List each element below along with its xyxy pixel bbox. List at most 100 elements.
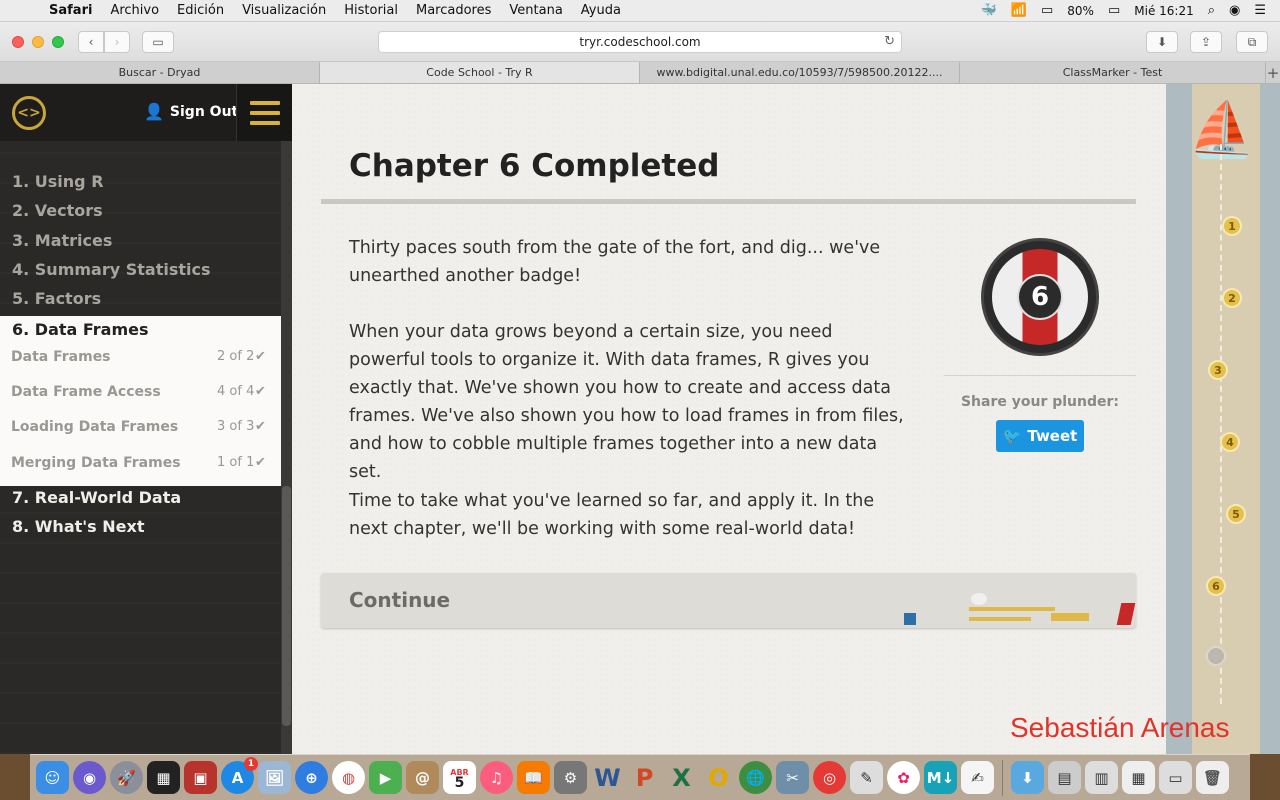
continue-button[interactable]: Continue — [321, 573, 1136, 628]
map-waypoint-6[interactable]: 6 — [1206, 576, 1226, 596]
sign-out-link[interactable]: 👤 Sign Out — [144, 102, 238, 121]
menu-app-safari[interactable]: Safari — [40, 3, 101, 18]
airplay-icon[interactable]: ▭ — [1041, 3, 1053, 18]
clock[interactable]: Mié 16:21 — [1134, 4, 1193, 18]
share-button[interactable]: ⇪ — [1190, 31, 1222, 53]
powerpoint-icon[interactable]: P — [628, 761, 661, 794]
battery-icon[interactable]: ▭ — [1108, 3, 1120, 18]
spotlight-search-icon[interactable]: ⌕ — [1208, 3, 1215, 18]
lesson-item[interactable]: Data Frame Access 4 of 4 ✔ — [11, 384, 271, 400]
continue-label: Continue — [349, 588, 451, 612]
window-fullscreen-button[interactable] — [52, 36, 64, 48]
notification-center-icon[interactable]: ☰ — [1254, 3, 1266, 18]
chapter-link-2[interactable]: 2. Vectors — [12, 201, 103, 220]
back-button[interactable]: ‹ — [78, 31, 104, 53]
window-stack-icon[interactable]: ▭ — [1159, 761, 1192, 794]
address-bar[interactable]: tryr.codeschool.com ↻ — [378, 31, 902, 53]
utility-app-icon[interactable]: ✂ — [776, 761, 809, 794]
chapter-link-5[interactable]: 5. Factors — [12, 289, 101, 308]
chapter-link-8[interactable]: 8. What's Next — [12, 517, 144, 536]
new-tab-button[interactable]: + — [1266, 62, 1280, 83]
map-waypoint-3[interactable]: 3 — [1208, 360, 1228, 380]
stack-folder-icon[interactable]: ▤ — [1048, 761, 1081, 794]
menu-ayuda[interactable]: Ayuda — [572, 3, 630, 18]
battery-percent[interactable]: 80% — [1067, 4, 1094, 18]
summary-paragraph: When your data grows beyond a certain si… — [349, 322, 904, 482]
downloads-button[interactable]: ⬇ — [1146, 31, 1178, 53]
sidebar-icon: ▭ — [152, 35, 164, 49]
menu-edicion[interactable]: Edición — [168, 3, 233, 18]
plus-icon: + — [1266, 63, 1280, 82]
tweet-button[interactable]: 🐦 Tweet — [996, 420, 1084, 452]
photo-booth-icon[interactable]: ▣ — [184, 761, 217, 794]
system-preferences-icon[interactable]: ⚙ — [554, 761, 587, 794]
window-close-button[interactable] — [12, 36, 24, 48]
lesson-item[interactable]: Loading Data Frames 3 of 3 ✔ — [11, 419, 271, 435]
dock: ☺ ◉ 🚀 ▦ ▣ A1 🖼 ⊕ ◍ ▶ @ ABR 5 ♫ 📖 ⚙ W P X … — [30, 754, 1250, 800]
siri-icon[interactable]: ◉ — [73, 761, 106, 794]
chapter-link-4[interactable]: 4. Summary Statistics — [12, 260, 211, 279]
markdown-app-icon[interactable]: M↓ — [924, 761, 957, 794]
chrome-icon[interactable]: ◍ — [332, 761, 365, 794]
chevron-right-icon: › — [114, 35, 120, 49]
facetime-icon[interactable]: ▶ — [369, 761, 402, 794]
forward-button[interactable]: › — [104, 31, 130, 53]
twitter-bird-icon: 🐦 — [1002, 427, 1022, 445]
photos-icon[interactable]: ✿ — [887, 761, 920, 794]
trash-icon[interactable]: 🗑 — [1196, 761, 1229, 794]
globe-app-icon[interactable]: 🌐 — [739, 761, 772, 794]
menu-marcadores[interactable]: Marcadores — [407, 3, 500, 18]
sidebar-scrollbar-thumb[interactable] — [282, 486, 291, 726]
target-app-icon[interactable]: ◎ — [813, 761, 846, 794]
map-waypoint-5[interactable]: 5 — [1226, 504, 1246, 524]
word-icon[interactable]: W — [591, 761, 624, 794]
map-waypoint-2[interactable]: 2 — [1222, 288, 1242, 308]
chapter-link-7[interactable]: 7. Real-World Data — [12, 488, 181, 507]
menu-visualizacion[interactable]: Visualización — [233, 3, 335, 18]
chapter-link-6[interactable]: 6. Data Frames — [12, 320, 149, 339]
ibooks-icon[interactable]: 📖 — [517, 761, 550, 794]
safari-icon[interactable]: ⊕ — [295, 761, 328, 794]
sidebar-scrollbar[interactable] — [281, 141, 292, 754]
docker-icon[interactable]: 🐳 — [981, 3, 997, 18]
map-waypoint-4[interactable]: 4 — [1220, 432, 1240, 452]
window-minimize-button[interactable] — [32, 36, 44, 48]
menu-button[interactable] — [236, 84, 292, 141]
tab-classmarker[interactable]: ClassMarker - Test — [960, 62, 1266, 83]
codeschool-logo[interactable]: <> — [12, 96, 46, 130]
tab-dryad[interactable]: Buscar - Dryad — [0, 62, 320, 83]
map-waypoint-1[interactable]: 1 — [1222, 216, 1242, 236]
launchpad-icon[interactable]: 🚀 — [110, 761, 143, 794]
spreadsheet-stack-icon[interactable]: ▦ — [1122, 761, 1155, 794]
finder-icon[interactable]: ☺ — [36, 761, 69, 794]
siri-icon[interactable]: ◉ — [1229, 3, 1240, 18]
sidebar-toggle-button[interactable]: ▭ — [142, 31, 174, 53]
chapter-link-1[interactable]: 1. Using R — [12, 172, 104, 191]
chapter-link-3[interactable]: 3. Matrices — [12, 231, 112, 250]
calendar-icon[interactable]: ABR 5 — [443, 761, 476, 794]
lesson-item[interactable]: Merging Data Frames 1 of 1 ✔ — [11, 455, 271, 471]
map-water — [1260, 84, 1280, 754]
tab-overview-button[interactable]: ⧉ — [1236, 31, 1268, 53]
tab-try-r[interactable]: Code School - Try R — [320, 62, 640, 83]
map-waypoint-7[interactable]: 7 — [1206, 646, 1226, 666]
outlook-icon[interactable]: O — [702, 761, 735, 794]
menu-ventana[interactable]: Ventana — [500, 3, 571, 18]
tab-bdigital[interactable]: www.bdigital.unal.edu.co/10593/7/598500.… — [640, 62, 960, 83]
sign-out-label: Sign Out — [169, 103, 239, 120]
document-stack-icon[interactable]: ▥ — [1085, 761, 1118, 794]
contacts-icon[interactable]: @ — [406, 761, 439, 794]
excel-icon[interactable]: X — [665, 761, 698, 794]
menu-archivo[interactable]: Archivo — [101, 3, 168, 18]
app-store-icon[interactable]: A1 — [221, 757, 258, 794]
preview-icon[interactable]: 🖼 — [258, 761, 291, 794]
wifi-icon[interactable]: 📶 — [1011, 3, 1027, 18]
mission-control-icon[interactable]: ▦ — [147, 761, 180, 794]
text-editor-icon[interactable]: ✎ — [850, 761, 883, 794]
itunes-icon[interactable]: ♫ — [480, 761, 513, 794]
menu-historial[interactable]: Historial — [335, 3, 407, 18]
notes-icon[interactable]: ✍ — [961, 761, 994, 794]
downloads-folder-icon[interactable]: ⬇ — [1011, 761, 1044, 794]
reload-icon[interactable]: ↻ — [884, 34, 895, 49]
lesson-item[interactable]: Data Frames 2 of 2 ✔ — [11, 349, 271, 365]
